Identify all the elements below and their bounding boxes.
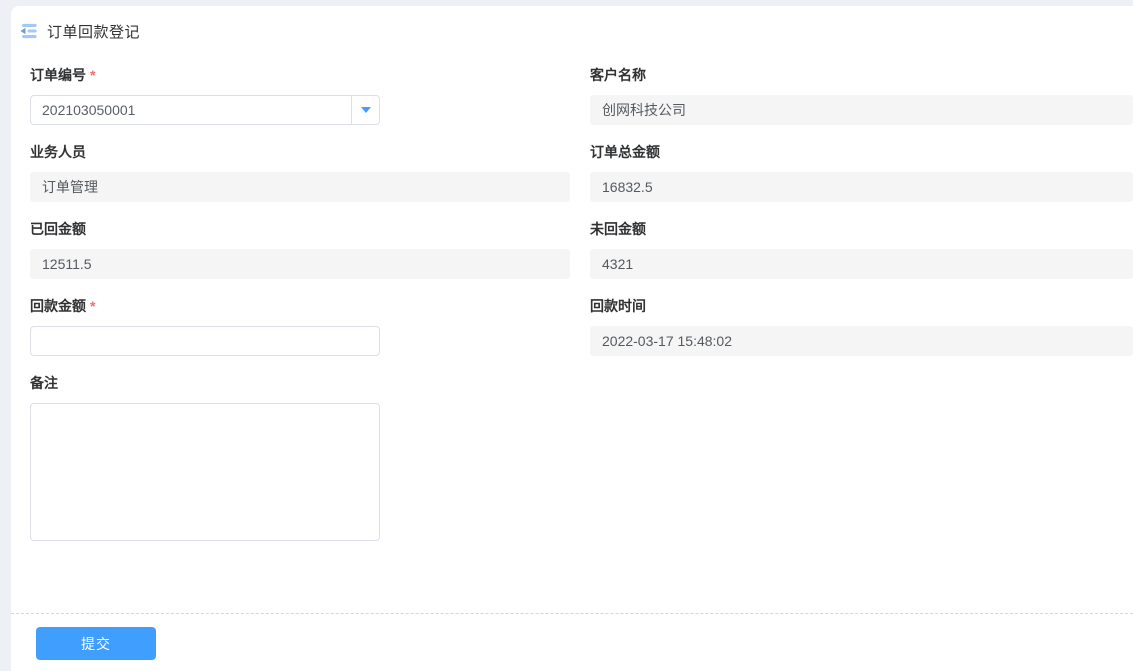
order-no-select-value: 202103050001 bbox=[31, 96, 351, 124]
chevron-down-icon bbox=[361, 107, 371, 113]
form-item-remark: 备注 bbox=[30, 376, 570, 541]
customer-name-label: 客户名称 bbox=[590, 68, 1133, 83]
payment-form: 订单编号* 202103050001 客户名称 创网科技公司 业务人员 订单管理… bbox=[11, 56, 1133, 613]
unreturned-amount-label: 未回金额 bbox=[590, 222, 1133, 237]
returned-amount-label: 已回金额 bbox=[30, 222, 570, 237]
form-item-payment-amount: 回款金额* bbox=[30, 299, 570, 356]
returned-amount-field: 12511.5 bbox=[30, 249, 570, 279]
order-no-select-arrow[interactable] bbox=[351, 96, 379, 124]
form-item-payment-time: 回款时间 2022-03-17 15:48:02 bbox=[590, 299, 1133, 356]
form-item-order-no: 订单编号* 202103050001 bbox=[30, 68, 570, 125]
form-item-order-total: 订单总金额 16832.5 bbox=[590, 145, 1133, 202]
empty-grid-cell bbox=[590, 376, 1133, 561]
form-item-customer-name: 客户名称 创网科技公司 bbox=[590, 68, 1133, 125]
payment-time-field: 2022-03-17 15:48:02 bbox=[590, 326, 1133, 356]
order-total-label: 订单总金额 bbox=[590, 145, 1133, 160]
form-item-salesperson: 业务人员 订单管理 bbox=[30, 145, 570, 202]
form-footer: 提交 bbox=[11, 613, 1133, 671]
remark-label: 备注 bbox=[30, 376, 570, 391]
required-asterisk: * bbox=[90, 298, 95, 314]
page-title: 订单回款登记 bbox=[47, 21, 140, 42]
form-item-returned-amount: 已回金额 12511.5 bbox=[30, 222, 570, 279]
order-no-select[interactable]: 202103050001 bbox=[30, 95, 380, 125]
order-no-label-text: 订单编号 bbox=[30, 67, 86, 83]
order-no-label: 订单编号* bbox=[30, 68, 570, 83]
order-total-field: 16832.5 bbox=[590, 172, 1133, 202]
submit-button[interactable]: 提交 bbox=[36, 627, 156, 660]
payment-amount-input[interactable] bbox=[30, 326, 380, 356]
content-panel: 订单回款登记 订单编号* 202103050001 客户名称 创网科技公司 业务… bbox=[11, 6, 1133, 671]
salesperson-label: 业务人员 bbox=[30, 145, 570, 160]
remark-textarea[interactable] bbox=[30, 403, 380, 541]
salesperson-field: 订单管理 bbox=[30, 172, 570, 202]
required-asterisk: * bbox=[90, 67, 95, 83]
payment-amount-label: 回款金额* bbox=[30, 299, 570, 314]
collapse-menu-icon-svg bbox=[18, 21, 38, 41]
page-header: 订单回款登记 bbox=[11, 6, 1133, 56]
payment-amount-label-text: 回款金额 bbox=[30, 298, 86, 314]
unreturned-amount-field: 4321 bbox=[590, 249, 1133, 279]
collapse-menu-icon[interactable] bbox=[18, 21, 38, 41]
customer-name-field: 创网科技公司 bbox=[590, 95, 1133, 125]
payment-time-label: 回款时间 bbox=[590, 299, 1133, 314]
form-item-unreturned-amount: 未回金额 4321 bbox=[590, 222, 1133, 279]
